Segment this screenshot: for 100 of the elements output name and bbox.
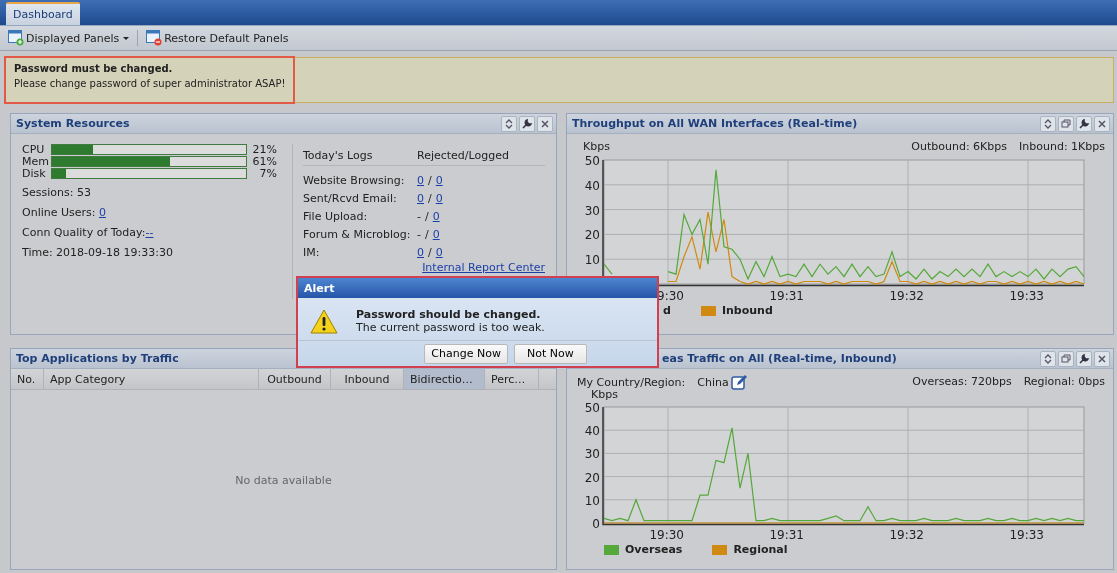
meter-reading: 21% (251, 144, 277, 155)
panel-title: Throughput on All WAN Interfaces (Real-time) (572, 117, 858, 130)
y-tick-label: 50 (584, 154, 600, 168)
wrench-button[interactable] (1076, 115, 1092, 132)
wrench-icon (1077, 116, 1091, 131)
separator: / (428, 191, 432, 205)
separator: / (425, 209, 429, 223)
link[interactable]: 0 (432, 227, 440, 241)
tab[interactable]: Dashboard (6, 2, 80, 25)
y-tick-label: 10 (584, 493, 600, 508)
link[interactable]: 0 (435, 191, 443, 205)
x-tick-label: 19:33 (1009, 528, 1044, 541)
meter-label: Mem (22, 156, 50, 167)
field-label: My Country/Region: (577, 375, 686, 389)
column-header[interactable]: Bidirectio… (404, 369, 485, 389)
notice-title: Password must be changed. (14, 63, 174, 74)
toolbar-button[interactable]: Displayed Panels (6, 30, 132, 46)
dialog-title: Alert (304, 281, 335, 295)
stat-label: Sessions: 53 (22, 186, 91, 199)
column-header[interactable]: No. (11, 369, 44, 389)
edit-icon (730, 374, 748, 390)
link[interactable]: 0 (417, 173, 424, 187)
dialog-message: The current password is too weak. (356, 321, 545, 334)
legend-label: Inbound (721, 304, 773, 317)
stat-label: Time: 2018-09-18 19:33:30 (22, 246, 173, 259)
link[interactable]: 0 (435, 245, 443, 259)
reading: Regional: 0bps (1023, 375, 1105, 389)
wrench-icon (520, 116, 534, 131)
column-header: Today's Logs (303, 149, 374, 162)
column-header[interactable]: Perc… (485, 369, 539, 389)
panel-title: Top Applications by Traffic (16, 352, 179, 365)
log-label: Sent/Rcvd Email: (303, 191, 398, 205)
stat-label: Conn Quality of Today: (22, 226, 146, 239)
x-tick-label: 19:31 (769, 289, 804, 302)
wrench-icon (1077, 351, 1091, 366)
meter-reading: 7% (258, 168, 277, 179)
dialog-button[interactable]: Change Now (424, 343, 508, 364)
legend-label: d (663, 304, 671, 317)
separator: / (428, 173, 432, 187)
y-tick-label: 50 (584, 401, 600, 415)
y-tick-label: 30 (584, 203, 600, 218)
y-tick-label: 30 (584, 447, 600, 462)
panel-title: eas Traffic on All (Real-time, Inbound) (661, 352, 897, 365)
legend-label: Regional (733, 543, 788, 556)
link[interactable]: 0 (99, 206, 106, 219)
log-label: Forum & Microblog: (303, 227, 412, 241)
meter-label: Disk (22, 168, 47, 179)
wrench-button[interactable] (1076, 350, 1092, 367)
log-label: IM: (303, 245, 321, 259)
separator: / (425, 227, 429, 241)
meter-reading: 61% (251, 156, 277, 167)
legend-label: Overseas (625, 543, 683, 556)
link[interactable]: 0 (432, 209, 440, 223)
link[interactable]: Internal Report Center (422, 261, 545, 274)
reading: Outbound: 6Kbps (911, 140, 1008, 154)
column-header[interactable]: Outbound (259, 369, 331, 389)
restore-icon (1059, 116, 1073, 131)
close-button[interactable] (1094, 350, 1110, 367)
log-value: - (417, 227, 421, 241)
close-button[interactable] (1094, 115, 1110, 132)
region-value: China (697, 375, 729, 389)
restore-icon (1059, 351, 1073, 366)
log-label: File Upload: (303, 209, 369, 223)
warning-icon (310, 307, 338, 335)
y-tick-label: 20 (584, 228, 600, 243)
close-button[interactable] (537, 115, 553, 132)
log-label: Website Browsing: (303, 173, 406, 187)
window-icon (146, 30, 163, 46)
y-tick-label: 10 (584, 253, 600, 268)
reading: Inbound: 1Kbps (1019, 140, 1105, 154)
x-tick-label: 19:32 (889, 289, 924, 302)
empty-message: No data available (235, 473, 332, 487)
reading: Overseas: 720bps (912, 375, 1012, 389)
separator: / (428, 245, 432, 259)
meter-label: CPU (22, 144, 46, 155)
column-header: Rejected/Logged (417, 149, 510, 162)
axis-label: Kbps (590, 389, 619, 401)
link[interactable]: -- (145, 226, 154, 239)
column-header[interactable]: App Category (44, 369, 259, 389)
wrench-button[interactable] (519, 115, 535, 132)
link[interactable]: 0 (435, 173, 443, 187)
x-tick-label: 19:30 (649, 528, 684, 541)
link[interactable]: 0 (417, 245, 424, 259)
y-tick-label: 40 (584, 424, 600, 439)
log-value: - (417, 209, 421, 223)
x-tick-label: 19:31 (769, 528, 804, 541)
x-tick-label: 19:33 (1009, 289, 1044, 302)
stat-label: Online Users: (22, 206, 97, 219)
dialog-heading: Password should be changed. (356, 308, 542, 321)
edit-button[interactable] (730, 374, 748, 390)
notice-message: Please change password of super administrator ASAP! (14, 78, 286, 89)
toolbar-button[interactable]: Restore Default Panels (144, 30, 291, 46)
window-icon (8, 30, 24, 46)
y-tick-label: 0 (592, 517, 600, 531)
x-tick-label: 19:32 (889, 528, 924, 541)
axis-label: Kbps (583, 140, 610, 154)
y-tick-label: 40 (584, 178, 600, 193)
link[interactable]: 0 (417, 191, 424, 205)
dialog-button[interactable]: Not Now (513, 343, 587, 364)
panel-title: System Resources (16, 117, 130, 130)
